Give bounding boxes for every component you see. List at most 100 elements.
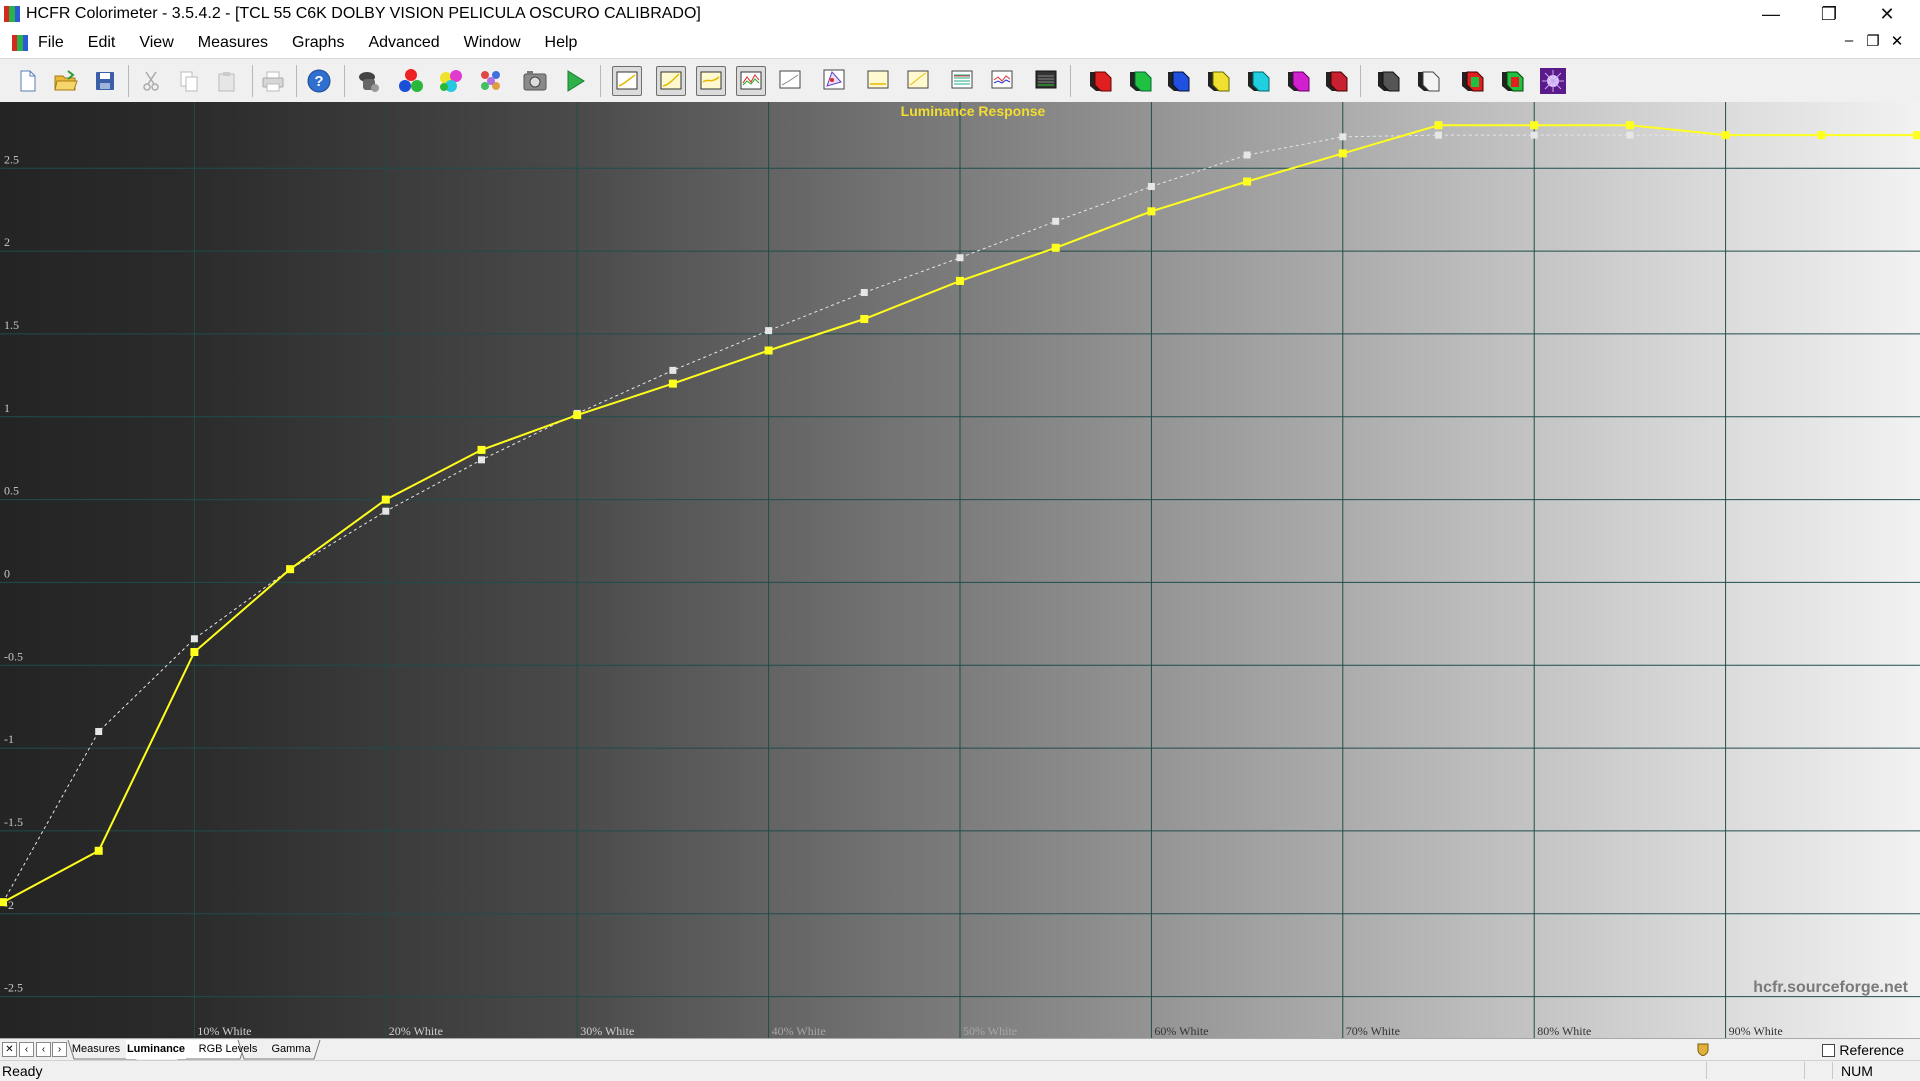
measure-green-icon[interactable]	[1126, 66, 1156, 96]
measure-white-icon[interactable]	[1414, 66, 1444, 96]
toolbar-separator	[128, 65, 129, 97]
tab-rgb-levels[interactable]: RGB Levels	[198, 1040, 258, 1059]
graph-5-icon[interactable]	[776, 66, 806, 96]
document-icon[interactable]	[12, 35, 28, 51]
reference-point	[1626, 132, 1633, 139]
luminance-chart[interactable]: 2.521.510.50-0.5-1-1.5-2-2.5 10% White20…	[0, 102, 1920, 1038]
measure-blue-icon[interactable]	[1164, 66, 1194, 96]
print-icon[interactable]	[258, 66, 288, 96]
measure-cyan-icon[interactable]	[1244, 66, 1274, 96]
svg-text:?: ?	[314, 73, 323, 90]
x-tick-label: 50% White	[963, 1024, 1017, 1038]
measured-point	[1339, 149, 1347, 157]
measured-point	[286, 565, 294, 573]
reference-point	[191, 635, 198, 642]
tab-gamma[interactable]: Gamma	[266, 1040, 316, 1059]
tab-measures[interactable]: Measures	[68, 1040, 124, 1059]
status-pane	[1804, 1062, 1805, 1079]
measure-yellow-icon[interactable]	[1204, 66, 1234, 96]
graph-3-icon[interactable]	[696, 66, 726, 96]
mdi-minimize-icon[interactable]: –	[1838, 32, 1860, 49]
reference-checkbox-box[interactable]	[1822, 1044, 1835, 1057]
measure-gray-icon[interactable]	[1374, 66, 1404, 96]
menu-view[interactable]: View	[127, 34, 185, 52]
play-icon[interactable]	[560, 66, 590, 96]
reference-point	[957, 254, 964, 261]
x-tick-label: 90% White	[1729, 1024, 1783, 1038]
secondaries-icon[interactable]	[436, 66, 466, 96]
reference-point	[478, 456, 485, 463]
reference-point	[1435, 132, 1442, 139]
y-tick-label: -1	[4, 732, 14, 746]
y-tick-label: 0	[4, 566, 10, 580]
y-tick-label: -2.5	[4, 981, 23, 995]
color-checker-icon[interactable]	[476, 66, 506, 96]
graph-10-icon[interactable]	[1032, 66, 1062, 96]
reference-point	[861, 289, 868, 296]
camera-icon[interactable]	[520, 66, 550, 96]
graph-7-icon[interactable]	[904, 66, 934, 96]
cie-diagram-icon[interactable]	[820, 66, 850, 96]
paste-icon[interactable]	[212, 66, 242, 96]
graph-2-icon[interactable]	[656, 66, 686, 96]
sensor-icon[interactable]	[354, 66, 384, 96]
reference-point	[669, 367, 676, 374]
graph-8-icon[interactable]	[948, 66, 978, 96]
help-icon[interactable]: ?	[304, 66, 334, 96]
reference-point	[382, 508, 389, 515]
measured-point	[765, 346, 773, 354]
reference-point	[1244, 152, 1251, 159]
chart-title: Luminance Response	[901, 103, 1046, 119]
tab-prev-icon[interactable]: ‹	[36, 1042, 51, 1057]
measured-point	[0, 898, 7, 906]
measured-point	[1817, 131, 1825, 139]
x-tick-label: 10% White	[197, 1024, 251, 1038]
window-title: HCFR Colorimeter - 3.5.4.2 - [TCL 55 C6K…	[26, 5, 701, 23]
toolbar-separator	[1360, 65, 1361, 97]
measured-point	[1052, 244, 1060, 252]
measured-point	[1435, 121, 1443, 129]
toolbar-separator	[1070, 65, 1071, 97]
y-tick-label: -0.5	[4, 649, 23, 663]
menu-file[interactable]: File	[32, 34, 76, 52]
x-tick-label: 30% White	[580, 1024, 634, 1038]
y-tick-label: 2	[4, 235, 10, 249]
menu-graphs[interactable]: Graphs	[280, 34, 356, 52]
x-tick-label: 70% White	[1346, 1024, 1400, 1038]
tab-first-icon[interactable]: ‹	[19, 1042, 34, 1057]
reference-point	[1148, 183, 1155, 190]
pattern-generator-icon[interactable]	[1538, 66, 1568, 96]
mdi-restore-icon[interactable]: ❐	[1862, 32, 1884, 50]
menu-edit[interactable]: Edit	[76, 34, 128, 52]
graph-9-icon[interactable]	[988, 66, 1018, 96]
cut-icon[interactable]	[136, 66, 166, 96]
minimize-icon[interactable]: —	[1742, 0, 1800, 28]
menu-measures[interactable]: Measures	[186, 34, 280, 52]
close-icon[interactable]: ✕	[1858, 0, 1916, 28]
menu-window[interactable]: Window	[452, 34, 533, 52]
reference-checkbox[interactable]: Reference	[1822, 1042, 1904, 1058]
mdi-close-icon[interactable]: ✕	[1886, 32, 1908, 50]
measure-magenta-icon[interactable]	[1284, 66, 1314, 96]
new-document-icon[interactable]	[12, 66, 42, 96]
save-icon[interactable]	[90, 66, 120, 96]
copy-icon[interactable]	[174, 66, 204, 96]
graph-6-icon[interactable]	[864, 66, 894, 96]
measure-multi-1-icon[interactable]	[1458, 66, 1488, 96]
menu-help[interactable]: Help	[533, 34, 590, 52]
graph-4-icon[interactable]	[736, 66, 766, 96]
close-tab-icon[interactable]: ✕	[2, 1042, 17, 1057]
x-tick-label: 60% White	[1154, 1024, 1208, 1038]
y-tick-label: 2.5	[4, 152, 19, 166]
measure-red-2-icon[interactable]	[1322, 66, 1352, 96]
menu-advanced[interactable]: Advanced	[356, 34, 451, 52]
measure-red-icon[interactable]	[1086, 66, 1116, 96]
tab-luminance[interactable]: Luminance	[126, 1040, 186, 1059]
measure-multi-2-icon[interactable]	[1498, 66, 1528, 96]
open-folder-icon[interactable]	[50, 66, 80, 96]
rgb-primaries-icon[interactable]	[396, 66, 426, 96]
restore-icon[interactable]: ❐	[1800, 0, 1858, 28]
toolbar-separator	[252, 65, 253, 97]
graph-1-icon[interactable]	[612, 66, 642, 96]
measured-point	[573, 411, 581, 419]
